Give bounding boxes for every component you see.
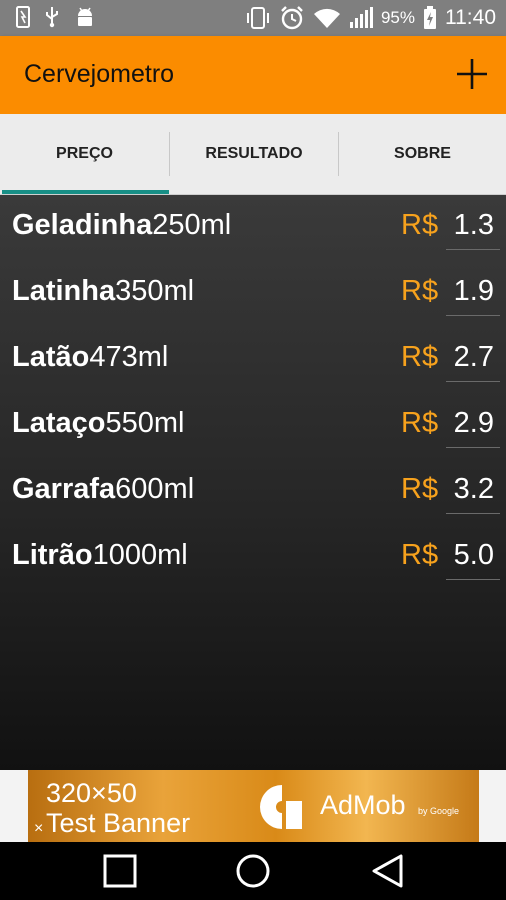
price-input[interactable]: 1.9 xyxy=(446,267,500,316)
beer-volume: 473ml xyxy=(89,341,169,373)
battery-percent: 95% xyxy=(380,8,415,27)
currency-label: R$ xyxy=(401,275,439,307)
ad-banner[interactable]: 320×50 Test Banner × AdMob by Google xyxy=(28,770,479,842)
beer-name: Latinha xyxy=(12,275,116,307)
currency-label: R$ xyxy=(401,539,439,571)
price-list: Geladinha250ml R$ 1.3 Latinha350ml R$ 1.… xyxy=(0,195,506,770)
battery-icon xyxy=(423,6,437,30)
tab-sobre[interactable]: SOBRE xyxy=(339,114,506,194)
beer-label: Latão473ml xyxy=(12,341,168,374)
list-item: Litrão1000ml R$ 5.0 xyxy=(0,525,506,591)
back-button[interactable] xyxy=(369,853,405,889)
home-icon xyxy=(236,854,270,888)
price-input[interactable]: 2.7 xyxy=(446,333,500,382)
clock: 11:40 xyxy=(445,6,496,29)
status-bar: 95% 11:40 xyxy=(0,0,506,36)
home-button[interactable] xyxy=(235,853,271,889)
ad-container: 320×50 Test Banner × AdMob by Google xyxy=(0,770,506,842)
beer-label: Geladinha250ml xyxy=(12,209,231,242)
list-item: Garrafa600ml R$ 3.2 xyxy=(0,459,506,525)
beer-volume: 1000ml xyxy=(92,539,188,571)
recents-button[interactable] xyxy=(102,853,138,889)
vibrate-icon xyxy=(245,6,271,30)
price-value: 2.7 xyxy=(453,341,494,373)
price-value: 1.3 xyxy=(453,209,494,241)
tab-indicator xyxy=(2,190,169,194)
admob-logo-icon xyxy=(256,783,308,836)
add-button[interactable] xyxy=(454,56,490,92)
price-value: 5.0 xyxy=(453,539,494,571)
usb-icon xyxy=(44,6,60,28)
price-value: 2.9 xyxy=(453,407,494,439)
price-input[interactable]: 3.2 xyxy=(446,465,500,514)
signal-icon xyxy=(349,7,373,29)
list-item: Lataço550ml R$ 2.9 xyxy=(0,393,506,459)
add-icon xyxy=(457,59,487,89)
app-bar: Cervejometro xyxy=(0,36,506,114)
recents-icon xyxy=(103,854,137,888)
tab-label: SOBRE xyxy=(394,145,451,162)
app-title: Cervejometro xyxy=(24,60,175,88)
ad-close-button[interactable]: × xyxy=(34,820,43,838)
ad-text: 320×50 Test Banner xyxy=(46,778,190,838)
list-item: Latão473ml R$ 2.7 xyxy=(0,327,506,393)
beer-volume: 550ml xyxy=(105,407,185,439)
beer-name: Latão xyxy=(12,341,90,373)
navigation-bar xyxy=(0,842,506,900)
currency-label: R$ xyxy=(401,473,439,505)
usb-storage-icon xyxy=(16,6,30,28)
price-input[interactable]: 1.3 xyxy=(446,201,500,250)
beer-volume: 250ml xyxy=(152,209,232,241)
price-value: 1.9 xyxy=(453,275,494,307)
price-input[interactable]: 5.0 xyxy=(446,531,500,580)
price-input[interactable]: 2.9 xyxy=(446,399,500,448)
ad-brand: AdMob xyxy=(320,790,406,820)
back-icon xyxy=(372,854,403,888)
beer-label: Litrão1000ml xyxy=(12,539,188,572)
currency-label: R$ xyxy=(401,407,439,439)
list-item: Latinha350ml R$ 1.9 xyxy=(0,261,506,327)
list-item: Geladinha250ml R$ 1.3 xyxy=(0,195,506,261)
beer-volume: 600ml xyxy=(115,473,195,505)
android-debug-icon xyxy=(74,6,96,28)
beer-label: Garrafa600ml xyxy=(12,473,194,506)
alarm-icon xyxy=(279,5,305,31)
ad-size-label: 320×50 xyxy=(46,778,137,808)
beer-name: Garrafa xyxy=(12,473,116,505)
tab-preco[interactable]: PREÇO xyxy=(0,114,169,194)
tab-label: PREÇO xyxy=(56,145,113,162)
beer-name: Litrão xyxy=(12,539,93,571)
currency-label: R$ xyxy=(401,209,439,241)
wifi-icon xyxy=(313,7,341,29)
ad-test-label: Test Banner xyxy=(46,808,191,838)
currency-label: R$ xyxy=(401,341,439,373)
beer-label: Latinha350ml xyxy=(12,275,194,308)
ad-brand-sub: by Google xyxy=(418,806,460,816)
beer-name: Geladinha xyxy=(12,209,153,241)
beer-name: Lataço xyxy=(12,407,106,439)
beer-label: Lataço550ml xyxy=(12,407,184,440)
tab-label: RESULTADO xyxy=(205,145,303,162)
tab-resultado[interactable]: RESULTADO xyxy=(170,114,338,194)
price-value: 3.2 xyxy=(453,473,494,505)
beer-volume: 350ml xyxy=(115,275,195,307)
tab-bar: PREÇO RESULTADO SOBRE xyxy=(0,114,506,195)
